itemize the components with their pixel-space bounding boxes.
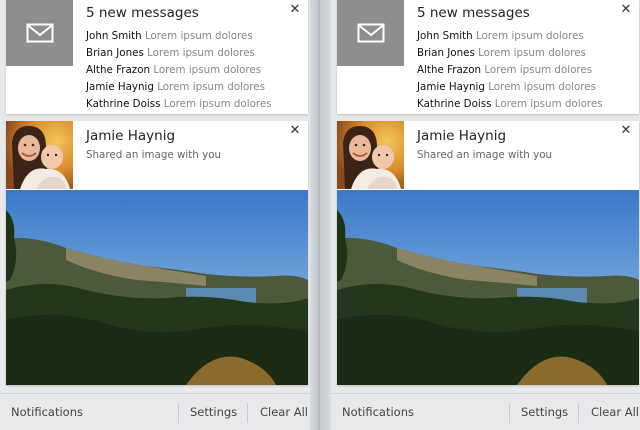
settings-button[interactable]: Settings	[190, 405, 237, 419]
footer-divider	[247, 403, 248, 423]
message-sender: Kathrine Doiss	[86, 98, 161, 110]
clear-all-button[interactable]: Clear All	[260, 405, 308, 419]
message-sender: Jamie Haynig	[86, 81, 154, 93]
notification-center-panel-right: ✕ 5 new messages John Smith Lorem ipsum …	[331, 0, 640, 430]
list-item[interactable]: Althe Frazon Lorem ipsum dolores	[86, 62, 272, 79]
message-preview: Lorem ipsum dolores	[488, 81, 596, 93]
list-item[interactable]: Jamie Haynig Lorem ipsum dolores	[417, 79, 603, 96]
messages-title: 5 new messages	[86, 5, 199, 21]
mail-tile	[337, 0, 404, 66]
message-sender: Kathrine Doiss	[417, 98, 492, 110]
mail-tile	[6, 0, 73, 66]
list-item[interactable]: John Smith Lorem ipsum dolores	[417, 28, 603, 45]
list-item[interactable]: Brian Jones Lorem ipsum dolores	[417, 45, 603, 62]
avatar	[6, 121, 73, 189]
panel-divider	[310, 0, 331, 430]
share-subtitle: Shared an image with you	[417, 149, 553, 161]
list-item[interactable]: Althe Frazon Lorem ipsum dolores	[417, 62, 603, 79]
sender-name: Jamie Haynig	[417, 128, 507, 144]
mail-icon	[26, 23, 53, 43]
message-preview: Lorem ipsum dolores	[144, 30, 253, 42]
share-subtitle: Shared an image with you	[86, 149, 222, 161]
close-icon[interactable]: ✕	[619, 124, 633, 138]
messages-notification-card[interactable]: ✕ 5 new messages John Smith Lorem ipsum …	[337, 0, 639, 114]
settings-button[interactable]: Settings	[521, 405, 568, 419]
footer-divider	[178, 403, 179, 423]
message-preview: Lorem ipsum dolores	[147, 47, 255, 59]
footer-divider	[578, 403, 579, 423]
messages-notification-card[interactable]: ✕ 5 new messages John Smith Lorem ipsum …	[6, 0, 308, 114]
message-preview: Lorem ipsum dolores	[494, 98, 603, 110]
list-item[interactable]: Jamie Haynig Lorem ipsum dolores	[86, 79, 272, 96]
message-sender: Althe Frazon	[417, 64, 482, 76]
message-list: John Smith Lorem ipsum dolores Brian Jon…	[417, 28, 603, 113]
messages-title: 5 new messages	[417, 5, 530, 21]
panel-divider-line	[318, 0, 320, 430]
notifications-label: Notifications	[11, 405, 83, 419]
shared-landscape-image[interactable]	[337, 190, 639, 385]
close-icon[interactable]: ✕	[619, 3, 633, 17]
message-preview: Lorem ipsum dolores	[475, 30, 584, 42]
message-preview: Lorem ipsum dolores	[478, 47, 586, 59]
message-list: John Smith Lorem ipsum dolores Brian Jon…	[86, 28, 272, 113]
message-sender: Althe Frazon	[86, 64, 151, 76]
sender-name: Jamie Haynig	[86, 128, 176, 144]
list-item[interactable]: John Smith Lorem ipsum dolores	[86, 28, 272, 45]
notifications-label: Notifications	[342, 405, 414, 419]
shared-landscape-image[interactable]	[6, 190, 308, 385]
list-item[interactable]: Kathrine Doiss Lorem ipsum dolores	[86, 96, 272, 113]
notification-footer: Notifications Settings Clear All	[331, 393, 640, 430]
message-sender: Brian Jones	[417, 47, 475, 59]
image-share-notification-card[interactable]: ✕ Jamie Haynig Shared an image with you	[337, 121, 639, 385]
message-preview: Lorem ipsum dolores	[153, 64, 262, 76]
clear-all-button[interactable]: Clear All	[591, 405, 639, 419]
message-sender: Jamie Haynig	[417, 81, 485, 93]
image-share-notification-card[interactable]: ✕ Jamie Haynig Shared an image with you	[6, 121, 308, 385]
close-icon[interactable]: ✕	[288, 124, 302, 138]
mail-icon	[357, 23, 384, 43]
message-sender: John Smith	[86, 30, 142, 42]
message-sender: Brian Jones	[86, 47, 144, 59]
message-preview: Lorem ipsum dolores	[484, 64, 593, 76]
avatar	[337, 121, 404, 189]
notification-footer: Notifications Settings Clear All	[0, 393, 310, 430]
message-sender: John Smith	[417, 30, 473, 42]
list-item[interactable]: Brian Jones Lorem ipsum dolores	[86, 45, 272, 62]
message-preview: Lorem ipsum dolores	[157, 81, 265, 93]
list-item[interactable]: Kathrine Doiss Lorem ipsum dolores	[417, 96, 603, 113]
footer-divider	[509, 403, 510, 423]
notification-center-panel-left: ✕ 5 new messages John Smith Lorem ipsum …	[0, 0, 310, 430]
message-preview: Lorem ipsum dolores	[163, 98, 272, 110]
close-icon[interactable]: ✕	[288, 3, 302, 17]
